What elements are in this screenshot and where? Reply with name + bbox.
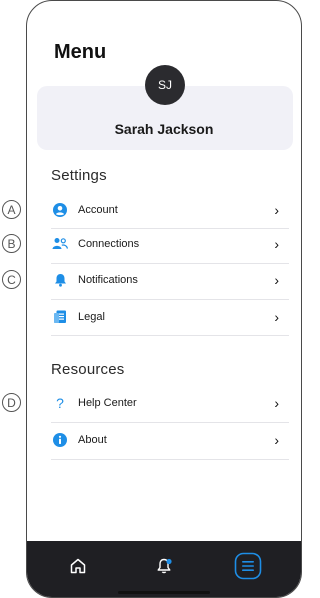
tab-notifications[interactable] bbox=[150, 553, 180, 583]
marker-d: D bbox=[2, 393, 21, 412]
tab-bar bbox=[27, 541, 301, 597]
settings-item-label: Connections bbox=[78, 238, 140, 250]
tab-home[interactable] bbox=[63, 553, 93, 583]
question-icon: ? bbox=[56, 395, 64, 411]
chevron-right-icon: › bbox=[274, 309, 279, 325]
bell-icon bbox=[51, 271, 69, 289]
avatar[interactable]: SJ bbox=[145, 65, 185, 105]
settings-item-label: Notifications bbox=[78, 274, 138, 286]
profile-name: Sarah Jackson bbox=[114, 121, 214, 137]
chevron-right-icon: › bbox=[274, 395, 279, 411]
settings-item-label: Legal bbox=[78, 311, 105, 323]
resources-item-about[interactable]: About › bbox=[51, 423, 287, 457]
chevron-right-icon: › bbox=[274, 236, 279, 252]
document-icon bbox=[51, 308, 69, 326]
tab-menu[interactable] bbox=[233, 552, 263, 585]
person-circle-icon bbox=[51, 201, 69, 219]
section-resources-label: Resources bbox=[51, 361, 125, 378]
home-icon bbox=[69, 557, 87, 580]
divider bbox=[51, 459, 289, 460]
resources-item-help-center[interactable]: ? Help Center › bbox=[51, 386, 287, 420]
marker-b: B bbox=[2, 234, 21, 253]
settings-item-notifications[interactable]: Notifications › bbox=[51, 263, 287, 297]
divider bbox=[51, 335, 289, 336]
menu-icon bbox=[234, 552, 262, 585]
chevron-right-icon: › bbox=[274, 432, 279, 448]
chevron-right-icon: › bbox=[274, 272, 279, 288]
settings-item-label: Account bbox=[78, 204, 118, 216]
home-indicator bbox=[118, 591, 210, 594]
phone-frame: Menu SJ Sarah Jackson Settings Account ›… bbox=[26, 0, 302, 598]
chevron-right-icon: › bbox=[274, 202, 279, 218]
resources-item-label: Help Center bbox=[78, 397, 137, 409]
page-title: Menu bbox=[54, 41, 107, 63]
people-icon bbox=[51, 235, 69, 253]
section-settings-label: Settings bbox=[51, 167, 107, 184]
settings-item-connections[interactable]: Connections › bbox=[51, 227, 287, 261]
marker-a: A bbox=[2, 200, 21, 219]
marker-c: C bbox=[2, 270, 21, 289]
info-icon bbox=[51, 431, 69, 449]
resources-item-label: About bbox=[78, 434, 107, 446]
bell-icon bbox=[155, 556, 175, 581]
settings-item-legal[interactable]: Legal › bbox=[51, 300, 287, 334]
settings-item-account[interactable]: Account › bbox=[51, 193, 287, 227]
